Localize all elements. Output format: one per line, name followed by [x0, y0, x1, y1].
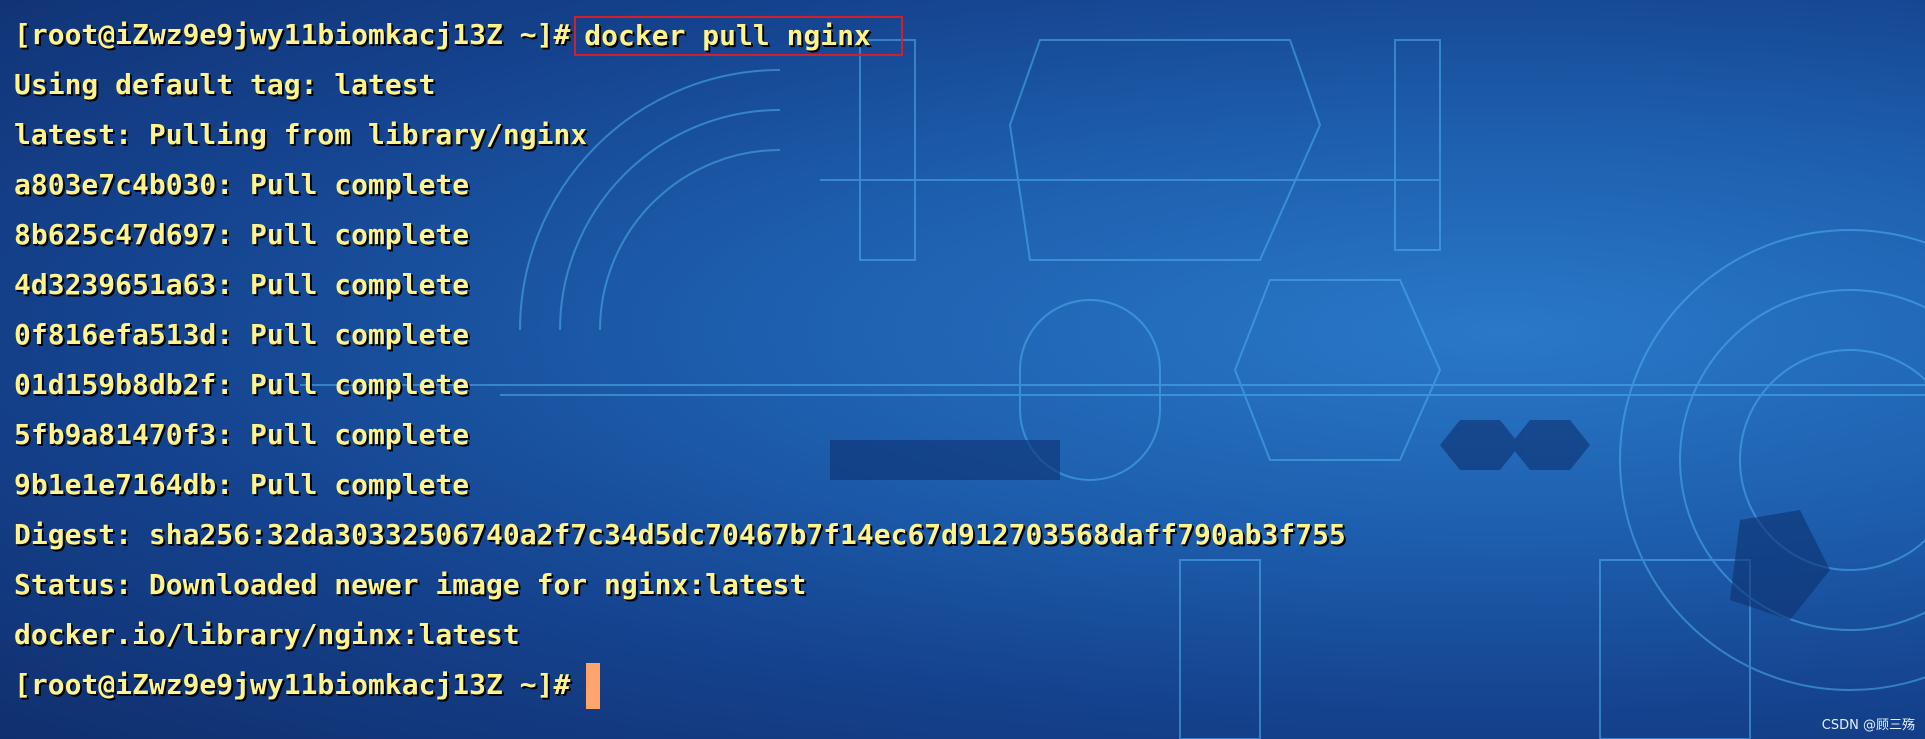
- watermark: CSDN @顾三殇: [1821, 718, 1915, 733]
- output-line: 9b1e1e7164db: Pull complete: [14, 468, 470, 501]
- output-line: Using default tag: latest: [14, 68, 436, 101]
- output-line: Digest: sha256:32da30332506740a2f7c34d5d…: [14, 518, 1346, 551]
- output-line: latest: Pulling from library/nginx: [14, 118, 588, 151]
- output-line: Status: Downloaded newer image for nginx…: [14, 568, 807, 601]
- output-line: 8b625c47d697: Pull complete: [14, 218, 470, 251]
- output-line: 0f816efa513d: Pull complete: [14, 318, 470, 351]
- output-line: docker.io/library/nginx:latest: [14, 618, 520, 651]
- terminal-output: [root@iZwz9e9jwy11biomkacj13Z ~]# docker …: [14, 10, 1904, 710]
- command-line: [root@iZwz9e9jwy11biomkacj13Z ~]# docker …: [14, 10, 1904, 60]
- prompt-line[interactable]: [root@iZwz9e9jwy11biomkacj13Z ~]#: [14, 660, 1904, 710]
- text-cursor[interactable]: [586, 663, 601, 709]
- shell-prompt: [root@iZwz9e9jwy11biomkacj13Z ~]#: [14, 668, 571, 701]
- output-line: 5fb9a81470f3: Pull complete: [14, 418, 470, 451]
- output-line: 4d3239651a63: Pull complete: [14, 268, 470, 301]
- output-line: a803e7c4b030: Pull complete: [14, 168, 470, 201]
- shell-prompt: [root@iZwz9e9jwy11biomkacj13Z ~]#: [14, 18, 571, 51]
- output-line: 01d159b8db2f: Pull complete: [14, 368, 470, 401]
- highlighted-command: docker pull nginx: [574, 16, 903, 56]
